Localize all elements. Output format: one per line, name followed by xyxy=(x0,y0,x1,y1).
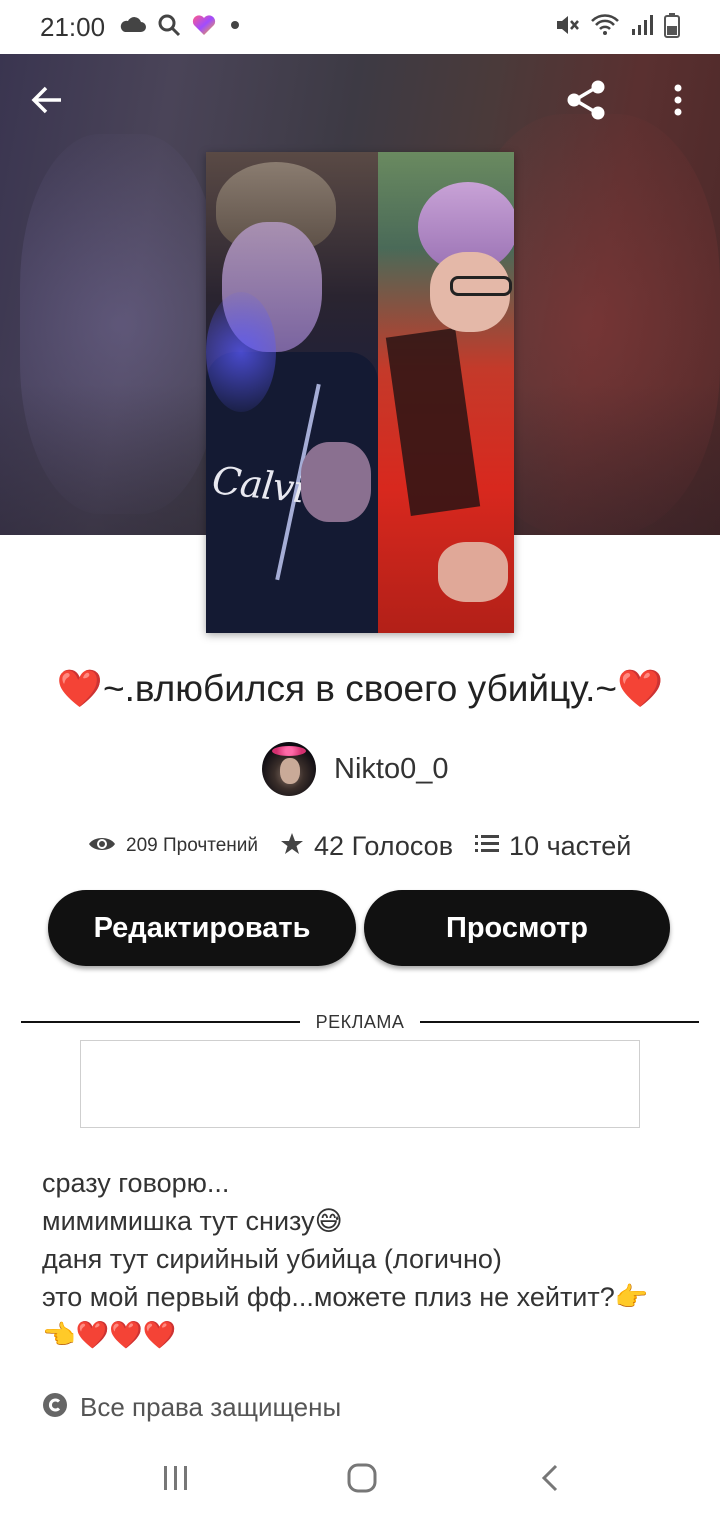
description-line: мимимишка тут снизу😅 xyxy=(42,1206,343,1236)
cover-photo-right-jacket xyxy=(385,328,481,516)
cover-photo-left-hand xyxy=(301,442,371,522)
recent-apps-icon xyxy=(161,1464,191,1497)
ad-banner[interactable] xyxy=(80,1040,640,1128)
ad-divider-left xyxy=(21,1021,300,1023)
description-line: даня тут сирийный убийца (логично) xyxy=(42,1244,502,1274)
cover-photo-left: Calvin xyxy=(206,152,378,633)
cloud-icon xyxy=(119,16,147,39)
votes-count: 42 Голосов xyxy=(314,830,454,861)
edit-button[interactable]: Редактировать xyxy=(48,890,356,966)
home-icon xyxy=(346,1462,378,1499)
status-time: 21:00 xyxy=(40,11,106,42)
copyright-text: Все права защищены xyxy=(80,1392,342,1422)
back-button[interactable] xyxy=(20,74,76,130)
star-icon xyxy=(280,832,304,861)
story-title: ❤️~.влюбился в своего убийцу.~❤️ xyxy=(56,668,664,709)
system-nav-bar xyxy=(0,1440,720,1520)
arrow-left-icon xyxy=(31,85,65,120)
home-button[interactable] xyxy=(332,1458,392,1502)
cover-photo-right-glasses xyxy=(450,276,512,296)
more-options-button[interactable] xyxy=(650,74,706,130)
view-button[interactable]: Просмотр xyxy=(364,890,670,966)
status-left-icons xyxy=(119,13,243,42)
avatar-face xyxy=(280,758,300,784)
search-icon xyxy=(157,13,181,42)
story-description: сразу говорю... мимимишка тут снизу😅 дан… xyxy=(42,1164,682,1354)
stat-reads: 209 Прочтений xyxy=(88,834,258,859)
list-icon xyxy=(475,833,500,860)
avatar xyxy=(262,742,316,796)
status-bar: 21:00 xyxy=(0,0,720,54)
ad-divider-right xyxy=(420,1021,699,1023)
book-cover-image[interactable]: Calvin xyxy=(206,152,514,633)
share-button[interactable] xyxy=(558,74,614,130)
battery-icon xyxy=(664,12,680,43)
avatar-flower-crown xyxy=(272,746,306,756)
eye-icon xyxy=(88,834,116,859)
cover-photo-left-glow xyxy=(206,292,276,412)
author-name: Nikto0_0 xyxy=(334,752,449,785)
ad-label: РЕКЛАМА xyxy=(315,1012,405,1032)
copyright-icon xyxy=(42,1392,68,1423)
recent-apps-button[interactable] xyxy=(146,1458,206,1502)
more-vertical-icon xyxy=(672,83,684,122)
chevron-left-icon xyxy=(539,1463,561,1498)
cover-photo-right xyxy=(378,152,514,633)
dot-icon xyxy=(227,17,243,38)
parts-count: 10 частей xyxy=(509,830,632,861)
wifi-icon xyxy=(590,13,620,42)
share-icon xyxy=(563,77,609,128)
reads-count: 209 Прочтений xyxy=(126,835,259,856)
story-stats: 209 Прочтений 42 Голосов 10 частей xyxy=(88,826,653,866)
stat-votes: 42 Голосов xyxy=(280,831,453,862)
heart-app-icon xyxy=(191,13,217,42)
description-line: это мой первый фф...можете плиз не хейти… xyxy=(42,1282,649,1312)
cover-photo-right-hand xyxy=(438,542,508,602)
author-link[interactable]: Nikto0_0 xyxy=(262,742,448,796)
signal-icon xyxy=(630,13,654,42)
mute-icon xyxy=(554,13,580,42)
description-line: сразу говорю... xyxy=(42,1168,230,1198)
status-right-icons xyxy=(554,12,680,43)
stat-parts: 10 частей xyxy=(475,831,631,862)
description-line: 👈❤️❤️❤️ xyxy=(42,1320,177,1350)
copyright: Все права защищены xyxy=(42,1392,341,1423)
system-back-button[interactable] xyxy=(520,1458,580,1502)
